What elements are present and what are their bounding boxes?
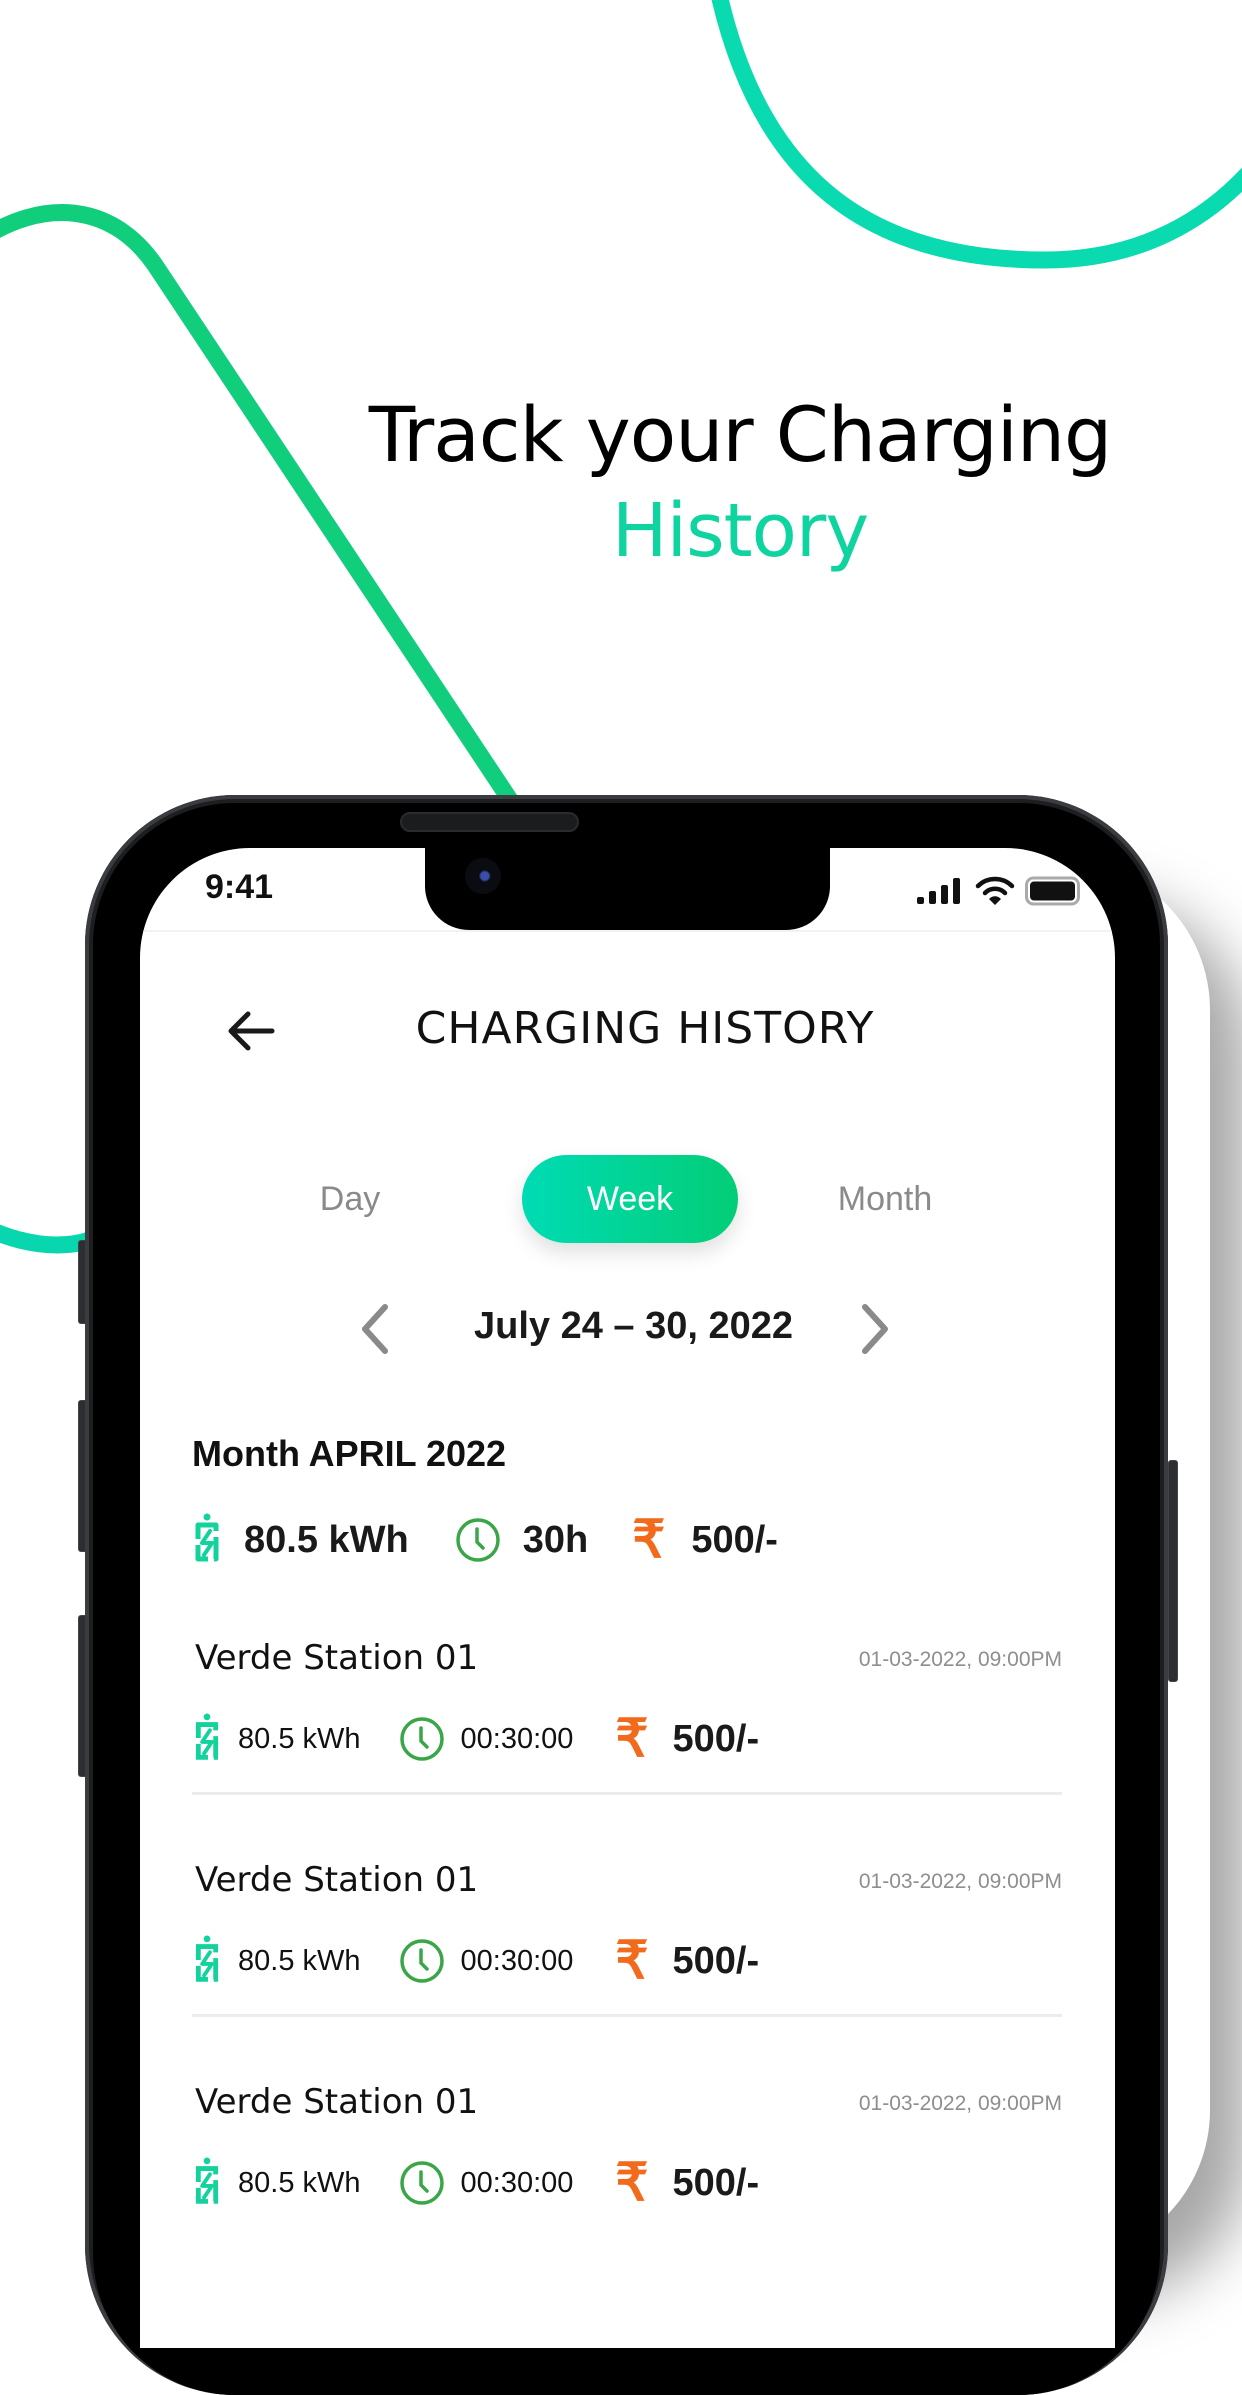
tab-day[interactable]: Day xyxy=(300,1155,400,1243)
summary-amount: ₹ 500/- xyxy=(632,1514,778,1566)
phone-power-button xyxy=(1168,1460,1178,1682)
rupee-icon: ₹ xyxy=(615,1710,649,1768)
page-title: CHARGING HISTORY xyxy=(415,1003,875,1054)
session-duration: 00:30:00 xyxy=(460,1944,574,1977)
battery-charging-icon xyxy=(195,1513,219,1562)
rupee-icon: ₹ xyxy=(632,1511,666,1569)
rupee-icon: ₹ xyxy=(615,1932,649,1990)
summary-stats: 80.5 kWh 30h ₹ 500/- xyxy=(192,1508,778,1572)
summary-duration: 30h xyxy=(455,1517,588,1563)
clock-icon xyxy=(399,2161,444,2205)
session-energy: 80.5 kWh xyxy=(238,1722,361,1755)
session-station: Verde Station 01 xyxy=(195,2082,479,2122)
battery-icon xyxy=(1025,876,1080,906)
app-screen: 9:41 CHARGING HISTORY Day Week Month Jul… xyxy=(140,848,1115,2348)
clock-icon xyxy=(399,1939,444,1983)
session-duration: 00:30:00 xyxy=(460,1722,574,1755)
tab-week[interactable]: Week xyxy=(522,1155,738,1243)
session-station: Verde Station 01 xyxy=(195,1860,479,1900)
date-range-label: July 24 – 30, 2022 xyxy=(473,1305,794,1347)
headline-accent: History xyxy=(611,488,869,574)
session-duration: 00:30:00 xyxy=(460,2166,574,2199)
session-energy: 80.5 kWh xyxy=(238,2166,361,2199)
session-timestamp: 01-03-2022, 09:00PM xyxy=(858,1870,1062,1893)
session-amount: 500/- xyxy=(672,1939,760,1982)
session-timestamp: 01-03-2022, 09:00PM xyxy=(858,1648,1062,1671)
tab-month[interactable]: Month xyxy=(805,1155,965,1243)
session-station: Verde Station 01 xyxy=(195,1638,479,1678)
summary-energy: 80.5 kWh xyxy=(192,1513,409,1567)
headline: Track your Charging xyxy=(368,390,1113,479)
battery-charging-icon xyxy=(195,1935,219,1982)
status-bar-divider xyxy=(140,930,1115,932)
chevron-right-icon[interactable] xyxy=(855,1301,895,1357)
session-list-item[interactable]: Verde Station 01 01-03-2022, 09:00PM 80.… xyxy=(192,1638,1062,1858)
summary-title: Month APRIL 2022 xyxy=(192,1433,507,1474)
period-tabs: Day Week Month xyxy=(140,1155,1115,1243)
session-stats: 80.5 kWh 00:30:00 ₹ 500/- xyxy=(192,1710,759,1768)
decorative-curve-right xyxy=(711,0,1242,269)
session-list-item[interactable]: Verde Station 01 01-03-2022, 09:00PM 80.… xyxy=(192,1860,1062,2080)
battery-charging-icon xyxy=(195,2157,219,2204)
summary-amount-value: 500/- xyxy=(691,1518,778,1561)
session-stats: 80.5 kWh 00:30:00 ₹ 500/- xyxy=(192,2154,759,2212)
decorative-curve-left-low xyxy=(0,1224,93,1254)
rupee-icon: ₹ xyxy=(615,2154,649,2212)
session-amount: 500/- xyxy=(672,2161,760,2204)
session-energy: 80.5 kWh xyxy=(238,1944,361,1977)
wifi-icon xyxy=(975,876,1015,905)
session-amount: 500/- xyxy=(672,1717,760,1760)
session-list-item[interactable]: Verde Station 01 01-03-2022, 09:00PM 80.… xyxy=(192,2082,1062,2302)
date-navigator: July 24 – 30, 2022 xyxy=(140,1293,1115,1363)
earpiece-speaker xyxy=(400,812,579,832)
battery-charging-icon xyxy=(195,1713,219,1760)
clock-icon xyxy=(399,1717,444,1761)
list-divider xyxy=(192,1792,1062,1795)
list-divider xyxy=(192,2014,1062,2017)
summary-duration-value: 30h xyxy=(522,1518,589,1561)
session-stats: 80.5 kWh 00:30:00 ₹ 500/- xyxy=(192,1932,759,1990)
session-timestamp: 01-03-2022, 09:00PM xyxy=(858,2092,1062,2115)
cellular-signal-icon xyxy=(917,878,960,904)
status-icons xyxy=(915,876,1083,906)
clock-icon xyxy=(455,1518,500,1562)
front-camera xyxy=(465,858,501,894)
status-time: 9:41 xyxy=(205,868,274,906)
summary-energy-value: 80.5 kWh xyxy=(244,1518,409,1561)
